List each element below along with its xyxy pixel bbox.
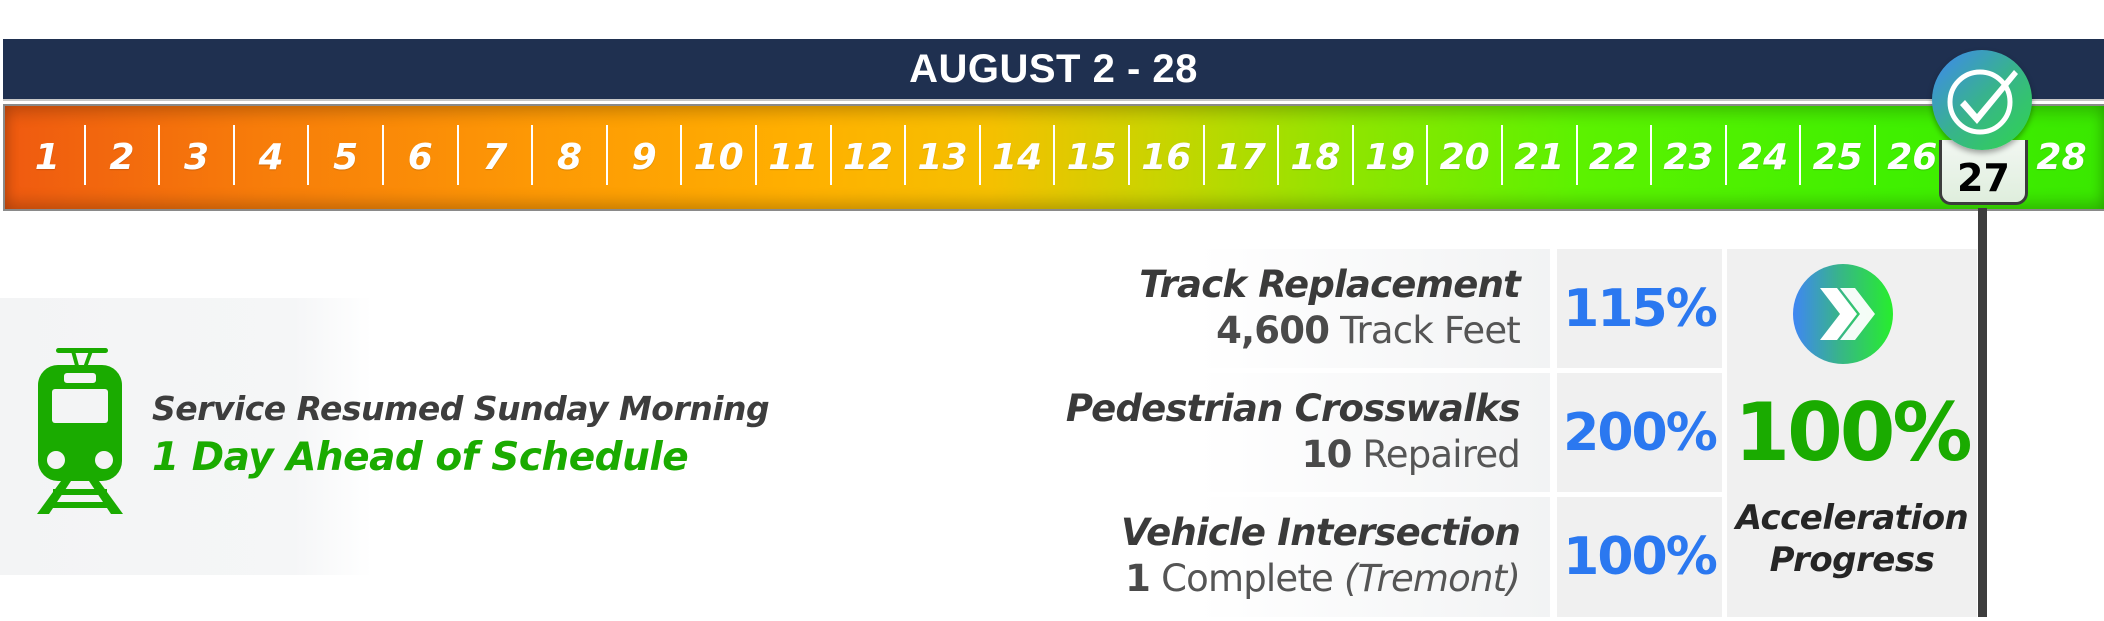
metric-title: Pedestrian Crosswalks (1065, 387, 1521, 430)
timeline-day: 25 (1812, 137, 1863, 178)
timeline-day: 5 (333, 137, 359, 178)
timeline-day: 21 (1514, 137, 1565, 178)
metric-percent: 200% (1563, 402, 1718, 463)
acceleration-label-line1: Acceleration (1735, 498, 1969, 538)
timeline-day: 28 (2036, 137, 2087, 178)
acceleration-label-line2: Progress (1769, 540, 1935, 580)
check-circle-icon (1932, 50, 2032, 150)
timeline-day: 17 (1215, 137, 1266, 178)
metric-unit: Repaired (1362, 433, 1521, 476)
metric-unit: Track Feet (1340, 309, 1521, 352)
header-title: AUGUST 2 - 28 (909, 46, 1198, 91)
double-chevron-right-icon (1793, 264, 1893, 364)
metric-row-track: Track Replacement 4,600 Track Feet (1080, 249, 1550, 368)
timeline-day: 16 (1141, 137, 1192, 178)
timeline-day: 4 (258, 137, 284, 178)
metric-row-intersection: Vehicle Intersection 1 Complete (Tremont… (1080, 497, 1550, 617)
metric-detail: 10 Repaired (1301, 433, 1521, 476)
train-icon (37, 347, 123, 515)
timeline-day: 7 (482, 137, 508, 178)
timeline-day: 9 (631, 137, 657, 178)
metric-detail: 4,600 Track Feet (1216, 309, 1521, 352)
timeline-day: 13 (917, 137, 968, 178)
metric-unit: Complete (1161, 557, 1334, 600)
timeline-day: 18 (1290, 137, 1341, 178)
timeline-day: 11 (768, 137, 819, 178)
timeline-day: 1 (34, 137, 60, 178)
acceleration-label: Acceleration Progress (1727, 497, 1977, 581)
acceleration-percent: 100% (1734, 386, 1972, 479)
date-range-header: AUGUST 2 - 28 (3, 39, 2104, 99)
metric-percent: 115% (1563, 278, 1718, 339)
metric-detail: 1 Complete (Tremont) (1125, 557, 1521, 600)
metric-value: 1 (1125, 557, 1151, 600)
timeline-day: 24 (1738, 137, 1789, 178)
timeline-day: 2 (109, 137, 135, 178)
metric-percent-cell: 100% (1557, 497, 1722, 617)
timeline-day: 8 (556, 137, 583, 178)
status-headline: Service Resumed Sunday Morning (152, 389, 770, 428)
timeline-day: 23 (1663, 137, 1714, 178)
metric-value: 4,600 (1216, 309, 1330, 352)
metric-title: Vehicle Intersection (1121, 511, 1521, 554)
metric-value: 10 (1301, 433, 1353, 476)
metric-percent-cell: 115% (1557, 249, 1722, 368)
timeline-day: 10 (693, 137, 744, 178)
timeline-day: 19 (1365, 137, 1416, 178)
timeline-day: 15 (1066, 137, 1117, 178)
timeline-day: 22 (1588, 137, 1639, 178)
timeline-day: 14 (992, 137, 1043, 178)
timeline-day: 12 (842, 137, 893, 178)
metric-title: Track Replacement (1139, 263, 1521, 306)
current-day-label: 27 (1957, 156, 2010, 200)
metric-note: (Tremont) (1343, 557, 1521, 600)
timeline-day: 3 (183, 137, 210, 178)
day-timeline: 1 2 3 4 5 6 7 8 9 10 11 12 13 14 15 16 17 18 19 20 21 22 23 24 2… (3, 104, 2104, 211)
timeline-day: 20 (1439, 137, 1490, 178)
current-day-stem (1978, 208, 1987, 617)
metric-row-crosswalks: Pedestrian Crosswalks 10 Repaired (1066, 373, 1550, 492)
schedule-status: 1 Day Ahead of Schedule (152, 435, 689, 480)
timeline-day: 6 (407, 137, 433, 178)
metric-percent: 100% (1563, 527, 1718, 587)
metric-percent-cell: 200% (1557, 373, 1722, 492)
